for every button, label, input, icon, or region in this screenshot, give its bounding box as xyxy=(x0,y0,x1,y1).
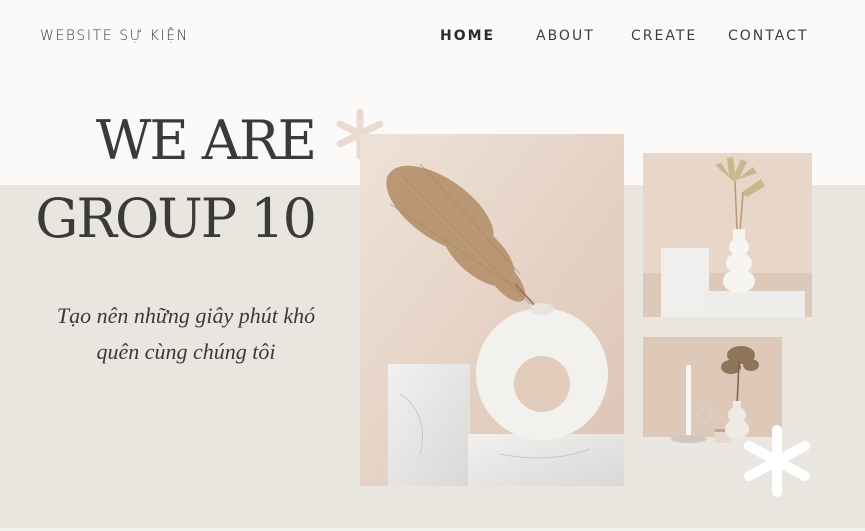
hero-title-line2: GROUP 10 xyxy=(35,187,317,250)
nav-home[interactable]: HOME xyxy=(440,28,495,44)
nav-contact[interactable]: CONTACT xyxy=(728,28,808,44)
nav-about[interactable]: ABOUT xyxy=(536,28,595,44)
vase-with-pampas-photo xyxy=(360,134,624,486)
vase-with-palm-leaves-photo xyxy=(643,153,812,317)
main-nav: HOME ABOUT CREATE CONTACT xyxy=(0,28,865,48)
gallery-main-photo[interactable] xyxy=(360,134,624,486)
hero-title-line1: WE ARE xyxy=(95,109,317,172)
gallery-top-right-photo[interactable] xyxy=(643,153,812,317)
asterisk-decoration-icon xyxy=(744,425,810,497)
nav-create[interactable]: CREATE xyxy=(631,28,697,44)
hero-tagline: Tạo nên những giây phút khó quên cùng ch… xyxy=(56,303,316,364)
